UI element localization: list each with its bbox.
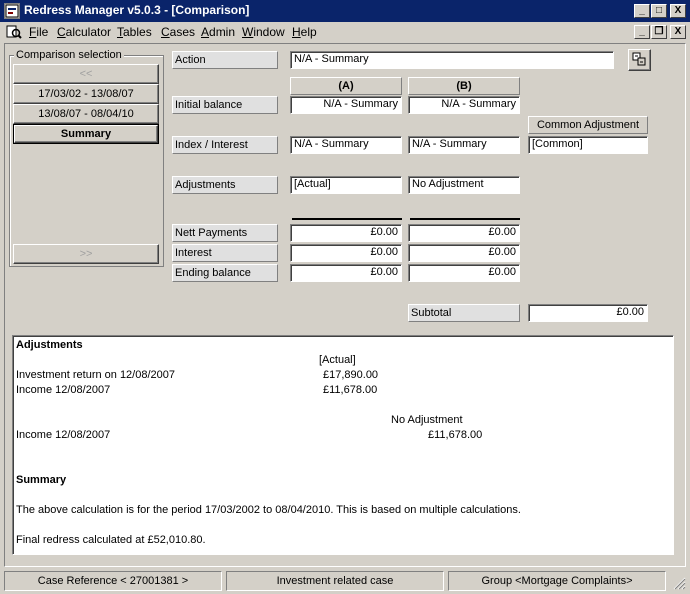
maximize-button[interactable]: □ bbox=[651, 4, 667, 18]
report-line-label: Investment return on 12/08/2007 bbox=[16, 369, 175, 381]
window-title: Redress Manager v5.0.3 - [Comparison] bbox=[24, 3, 250, 17]
report-line-value: £17,890.00 bbox=[323, 369, 379, 381]
summary-button[interactable]: Summary bbox=[13, 124, 159, 144]
menu-window[interactable]: Window bbox=[242, 25, 285, 39]
subtotal-label: Subtotal bbox=[408, 304, 520, 322]
action-label: Action bbox=[172, 51, 278, 69]
period-button-1[interactable]: 17/03/02 - 13/08/07 bbox=[13, 84, 159, 104]
status-case-reference: Case Reference < 27001381 > bbox=[4, 571, 222, 591]
report-final-redress: Final redress calculated at £52,010.80. bbox=[16, 534, 206, 546]
report-line-label: Income 12/08/2007 bbox=[16, 429, 111, 441]
column-a-rule bbox=[292, 218, 402, 220]
interest-label: Interest bbox=[172, 244, 278, 262]
ending-balance-a-field[interactable]: £0.00 bbox=[290, 264, 402, 282]
status-bar: Case Reference < 27001381 > Investment r… bbox=[0, 570, 690, 594]
interest-a-field[interactable]: £0.00 bbox=[290, 244, 402, 262]
next-button[interactable]: >> bbox=[13, 244, 159, 264]
report-line-label: Income 12/08/2007 bbox=[16, 384, 111, 396]
action-field[interactable]: N/A - Summary bbox=[290, 51, 614, 69]
initial-balance-b-field[interactable]: N/A - Summary bbox=[408, 96, 520, 114]
menu-tables[interactable]: Tables bbox=[117, 25, 152, 39]
adjustments-b-field[interactable]: No Adjustment bbox=[408, 176, 520, 194]
title-bar: Redress Manager v5.0.3 - [Comparison] _ … bbox=[0, 0, 690, 22]
compare-icon[interactable] bbox=[628, 49, 651, 71]
nett-payments-label: Nett Payments bbox=[172, 224, 278, 242]
adjustments-a-field[interactable]: [Actual] bbox=[290, 176, 402, 194]
previous-button[interactable]: << bbox=[13, 64, 159, 84]
index-interest-common-field[interactable]: [Common] bbox=[528, 136, 648, 154]
menu-cases[interactable]: Cases bbox=[161, 25, 195, 39]
report-actual-header: [Actual] bbox=[319, 354, 356, 366]
index-interest-b-field[interactable]: N/A - Summary bbox=[408, 136, 520, 154]
status-group: Group <Mortgage Complaints> bbox=[448, 571, 666, 591]
initial-balance-label: Initial balance bbox=[172, 96, 278, 114]
index-interest-label: Index / Interest bbox=[172, 136, 278, 154]
ending-balance-b-field[interactable]: £0.00 bbox=[408, 264, 520, 282]
report-no-adjustment-header: No Adjustment bbox=[391, 414, 463, 426]
column-b-header: (B) bbox=[408, 77, 520, 95]
mdi-restore-button[interactable]: ❐ bbox=[651, 25, 667, 39]
period-button-2[interactable]: 13/08/07 - 08/04/10 bbox=[13, 104, 159, 124]
column-a-header: (A) bbox=[290, 77, 402, 95]
app-icon bbox=[4, 3, 20, 19]
close-button[interactable]: X bbox=[670, 4, 686, 18]
subtotal-field[interactable]: £0.00 bbox=[528, 304, 648, 322]
nett-payments-b-field[interactable]: £0.00 bbox=[408, 224, 520, 242]
menu-bar: File Calculator Tables Cases Admin Windo… bbox=[0, 22, 690, 42]
report-line-value: £11,678.00 bbox=[428, 429, 483, 441]
menu-calculator[interactable]: Calculator bbox=[57, 25, 111, 39]
report-line-value: £11,678.00 bbox=[323, 384, 378, 396]
mdi-close-button[interactable]: X bbox=[670, 25, 686, 39]
document-icon[interactable] bbox=[6, 24, 22, 40]
adjustments-label: Adjustments bbox=[172, 176, 278, 194]
common-adjustment-header: Common Adjustment bbox=[528, 116, 648, 134]
report-summary-heading: Summary bbox=[16, 474, 67, 486]
status-case-type: Investment related case bbox=[226, 571, 444, 591]
mdi-minimize-button[interactable]: _ bbox=[634, 25, 650, 39]
comparison-selection-title: Comparison selection bbox=[14, 49, 124, 61]
menu-file[interactable]: File bbox=[29, 25, 48, 39]
initial-balance-a-field[interactable]: N/A - Summary bbox=[290, 96, 402, 114]
ending-balance-label: Ending balance bbox=[172, 264, 278, 282]
column-b-rule bbox=[410, 218, 520, 220]
interest-b-field[interactable]: £0.00 bbox=[408, 244, 520, 262]
report-panel[interactable] bbox=[12, 335, 674, 555]
report-adjustments-heading: Adjustments bbox=[16, 339, 83, 351]
menu-help[interactable]: Help bbox=[292, 25, 317, 39]
nett-payments-a-field[interactable]: £0.00 bbox=[290, 224, 402, 242]
index-interest-a-field[interactable]: N/A - Summary bbox=[290, 136, 402, 154]
resize-grip-icon[interactable] bbox=[672, 576, 686, 590]
menu-admin[interactable]: Admin bbox=[201, 25, 235, 39]
minimize-button[interactable]: _ bbox=[634, 4, 650, 18]
report-summary-text: The above calculation is for the period … bbox=[16, 504, 521, 516]
